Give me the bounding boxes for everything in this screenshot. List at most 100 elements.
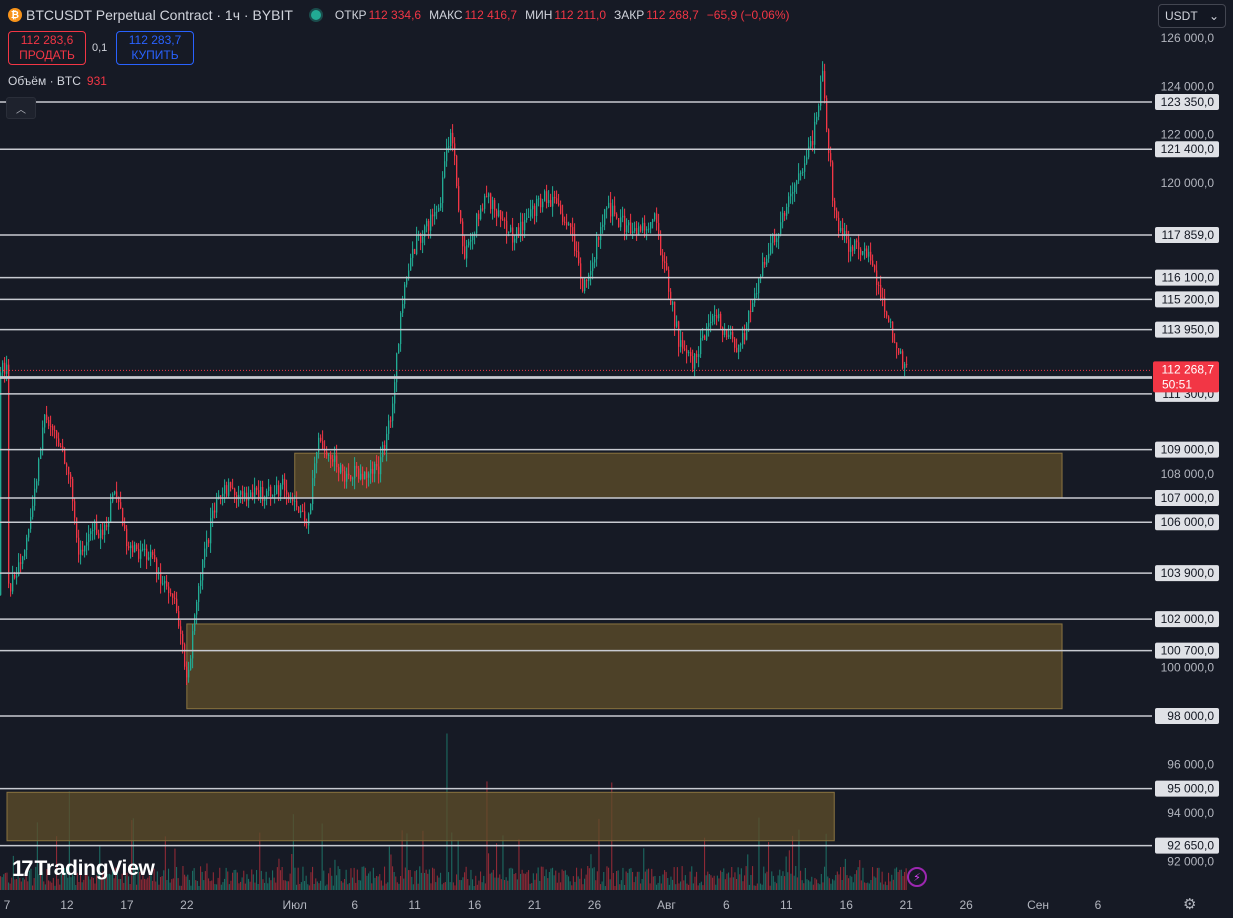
- candle-body: [0, 372, 2, 595]
- market-status-icon: [310, 10, 321, 20]
- candle-body: [116, 491, 118, 498]
- volume-bar: [78, 882, 80, 890]
- candle-body: [526, 217, 528, 221]
- candle-body: [568, 223, 570, 226]
- candle-body: [322, 441, 324, 451]
- volume-bar: [488, 853, 490, 890]
- candle-body: [12, 574, 14, 592]
- settings-gear-icon[interactable]: ⚙: [1183, 895, 1196, 913]
- volume-bar: [870, 880, 872, 890]
- volume-bar: [708, 874, 710, 890]
- candle-body: [136, 544, 138, 550]
- tradingview-logo[interactable]: 17 TradingView: [12, 856, 155, 882]
- volume-bar: [713, 875, 715, 890]
- candle-body: [208, 539, 210, 544]
- candle-body: [232, 487, 234, 489]
- candle-body: [758, 278, 760, 294]
- volume-bar: [808, 880, 810, 890]
- volume-bar: [721, 872, 723, 890]
- price-chart[interactable]: 126 000,0 124 000,0 122 000,0 120 000,0 108 …: [0, 0, 1233, 918]
- x-tick-label: 6: [351, 898, 358, 912]
- close-label: ЗАКР: [614, 8, 645, 22]
- sell-button[interactable]: 112 283,6 ПРОДАТЬ: [8, 31, 86, 65]
- volume-bar: [81, 882, 83, 890]
- volume-bar: [601, 881, 603, 890]
- volume-bar: [75, 885, 77, 890]
- volume-bar: [740, 868, 742, 890]
- volume-bar: [377, 876, 379, 890]
- volume-bar: [654, 876, 656, 890]
- candle-body: [490, 193, 492, 209]
- volume-bar: [800, 870, 802, 890]
- volume-bar: [476, 884, 478, 890]
- level-label: 106 000,0: [1161, 515, 1215, 529]
- volume-bar: [619, 884, 621, 890]
- candle-body: [496, 210, 498, 217]
- volume-bar: [216, 884, 218, 890]
- candle-body: [580, 263, 582, 279]
- candle-body: [262, 486, 264, 501]
- flash-icon[interactable]: ⚡: [907, 867, 927, 887]
- volume-bar: [339, 869, 341, 890]
- candle-body: [44, 414, 46, 428]
- candle-body: [96, 522, 98, 534]
- volume-bar: [187, 874, 189, 890]
- volume-bar: [430, 883, 432, 890]
- volume-bar: [835, 875, 837, 890]
- candle-body: [42, 427, 44, 450]
- buy-price: 112 283,7: [128, 33, 182, 47]
- volume-bar: [670, 876, 672, 890]
- volume-bar: [577, 876, 579, 890]
- volume-bar: [608, 867, 610, 890]
- candle-body: [182, 634, 184, 645]
- volume-bar: [873, 876, 875, 890]
- volume-bar: [358, 880, 360, 890]
- candle-body: [346, 473, 348, 482]
- volume-bar: [236, 872, 238, 890]
- volume-bar: [809, 881, 811, 890]
- volume-bar: [275, 882, 277, 890]
- volume-bar: [888, 872, 890, 890]
- x-tick-label: 12: [60, 898, 74, 912]
- candle-body: [492, 200, 494, 209]
- symbol-title[interactable]: BTCUSDT Perpetual Contract · 1ч · BYBIT: [26, 7, 293, 23]
- collapse-legend-button[interactable]: ︿: [6, 97, 36, 119]
- volume-bar: [857, 867, 859, 890]
- volume-bar: [806, 879, 808, 890]
- volume-bar: [537, 867, 539, 890]
- last-price-label: 112 268,7: [1162, 362, 1215, 376]
- volume-legend[interactable]: Объём · BTC 931: [8, 74, 107, 88]
- candle-body: [762, 261, 764, 277]
- volume-bar: [185, 876, 187, 890]
- volume-bar: [748, 884, 750, 890]
- candle-body: [788, 196, 790, 207]
- volume-bar: [745, 866, 747, 890]
- y-tick-label: 100 000,0: [1161, 661, 1215, 675]
- volume-bar: [204, 871, 206, 890]
- buy-button[interactable]: 112 283,7 КУПИТЬ: [116, 31, 194, 65]
- volume-bar: [628, 868, 630, 890]
- candle-body: [388, 420, 390, 434]
- volume-bar: [838, 874, 840, 890]
- candle-body: [728, 334, 730, 338]
- candle-body: [240, 491, 242, 495]
- x-tick-label: 26: [588, 898, 602, 912]
- candle-body: [698, 354, 700, 358]
- volume-bar: [819, 884, 821, 890]
- currency-select[interactable]: USDT ⌄: [1158, 4, 1226, 28]
- candle-body: [272, 495, 274, 497]
- candle-body: [312, 478, 314, 504]
- candle-body: [890, 321, 892, 323]
- candle-body: [476, 213, 478, 234]
- volume-bar: [862, 867, 864, 890]
- volume-bar: [9, 883, 11, 890]
- volume-bar: [244, 883, 246, 890]
- volume-bar: [444, 882, 446, 890]
- volume-bar: [428, 869, 430, 890]
- candle-body: [448, 146, 450, 148]
- candle-body: [410, 257, 412, 271]
- candle-body: [328, 454, 330, 456]
- volume-bar: [441, 884, 443, 890]
- candle-body: [612, 205, 614, 217]
- volume-bar: [726, 873, 728, 890]
